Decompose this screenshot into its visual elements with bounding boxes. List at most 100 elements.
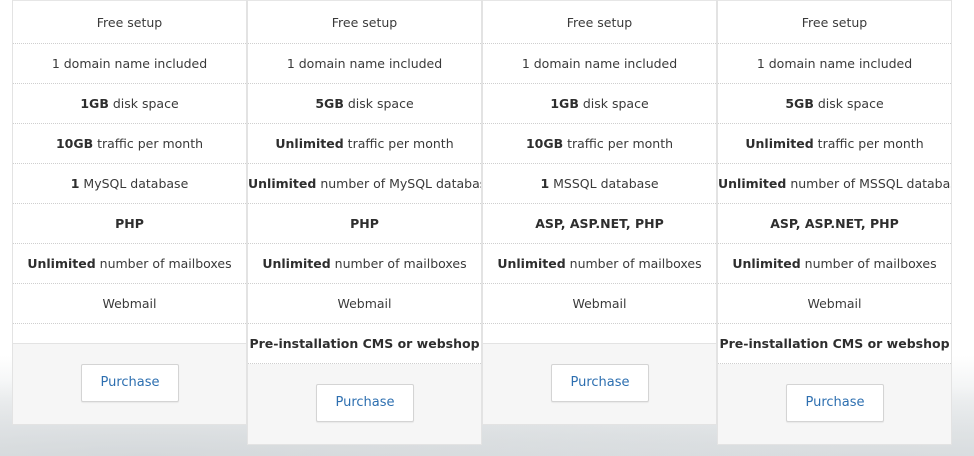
feature-highlight: 5GB [315,96,344,111]
feature-text: 1 domain name included [756,56,913,71]
feature-text: 1 domain name included [286,56,443,71]
feature-text: MySQL database [79,176,189,191]
feature-row: 1 MSSQL database [483,164,716,204]
feature-highlight: Unlimited [732,256,801,271]
feature-highlight: Unlimited [27,256,96,271]
plan-column: Free setup 1 domain name included 1GB di… [482,0,717,425]
feature-row: 10GB traffic per month [483,124,716,164]
feature-row-extra: Pre-installation CMS or webshop [248,324,481,364]
feature-list: Free setup 1 domain name included 1GB di… [13,0,246,344]
feature-highlight: Unlimited [718,176,787,191]
feature-row: Webmail [248,284,481,324]
feature-row: 1 domain name included [718,44,951,84]
feature-row: Unlimited traffic per month [718,124,951,164]
plan-footer: Purchase [718,364,951,445]
feature-row: Unlimited number of mailboxes [248,244,481,284]
feature-row: 1 domain name included [483,44,716,84]
feature-highlight: 10GB [525,136,564,151]
feature-text: Webmail [102,296,157,311]
feature-text: Free setup [96,15,163,30]
feature-text: Webmail [807,296,862,311]
feature-row: 5GB disk space [718,84,951,124]
feature-row: ASP, ASP.NET, PHP [718,204,951,244]
feature-highlight: 10GB [55,136,94,151]
feature-text: MSSQL database [549,176,659,191]
feature-row: Free setup [718,1,951,44]
feature-highlight: PHP [115,216,144,231]
feature-text: traffic per month [813,136,924,151]
feature-row: Free setup [483,1,716,44]
feature-row: Unlimited number of mailboxes [718,244,951,284]
feature-text: traffic per month [563,136,674,151]
feature-text: Webmail [572,296,627,311]
feature-row: Webmail [718,284,951,324]
feature-text: Free setup [801,15,868,30]
extra-feature-label: Pre-installation CMS or webshop [719,336,950,351]
feature-text: disk space [108,96,179,111]
feature-row: Free setup [248,1,481,44]
plan-footer: Purchase [13,344,246,425]
feature-row: 10GB traffic per month [13,124,246,164]
feature-highlight: Unlimited [497,256,566,271]
feature-row: Unlimited number of MySQL databases [248,164,481,204]
purchase-button[interactable]: Purchase [786,384,884,422]
feature-highlight: 1 [540,176,550,191]
feature-row: Unlimited traffic per month [248,124,481,164]
feature-text: 1 domain name included [521,56,678,71]
feature-text: disk space [578,96,649,111]
feature-row-extra: Pre-installation CMS or webshop [718,324,951,364]
feature-text: number of mailboxes [565,256,702,271]
feature-row: Free setup [13,1,246,44]
plan-footer: Purchase [248,364,481,445]
feature-text: number of MSSQL databases [790,176,951,191]
feature-list: Free setup 1 domain name included 5GB di… [718,0,951,364]
feature-row: Webmail [483,284,716,324]
feature-row: Webmail [13,284,246,324]
feature-highlight: PHP [350,216,379,231]
feature-text: Free setup [331,15,398,30]
feature-text: disk space [343,96,414,111]
feature-highlight: 1GB [80,96,109,111]
feature-row: 1 MySQL database [13,164,246,204]
feature-text: Free setup [566,15,633,30]
feature-text: 1 domain name included [51,56,208,71]
feature-highlight: Unlimited [262,256,331,271]
purchase-button[interactable]: Purchase [551,364,649,402]
feature-row: 1 domain name included [248,44,481,84]
feature-row: Unlimited number of mailboxes [13,244,246,284]
feature-list: Free setup 1 domain name included 5GB di… [248,0,481,364]
feature-row: 1GB disk space [13,84,246,124]
plan-column: Free setup 1 domain name included 5GB di… [247,0,482,445]
feature-row: 1 domain name included [13,44,246,84]
purchase-button[interactable]: Purchase [316,384,414,422]
feature-list: Free setup 1 domain name included 1GB di… [483,0,716,344]
extra-feature-label: Pre-installation CMS or webshop [249,336,480,351]
feature-text: number of mailboxes [330,256,467,271]
feature-text: number of mailboxes [95,256,232,271]
feature-highlight: Unlimited [745,136,814,151]
feature-row: Unlimited number of mailboxes [483,244,716,284]
purchase-button[interactable]: Purchase [81,364,179,402]
feature-text: traffic per month [343,136,454,151]
feature-row: 5GB disk space [248,84,481,124]
feature-row: PHP [248,204,481,244]
feature-row: Unlimited number of MSSQL databases [718,164,951,204]
feature-text: number of MySQL databases [320,176,481,191]
pricing-table: Free setup 1 domain name included 1GB di… [12,0,952,456]
feature-text: number of mailboxes [800,256,937,271]
feature-text: disk space [813,96,884,111]
feature-row: PHP [13,204,246,244]
plan-column: Free setup 1 domain name included 1GB di… [12,0,247,425]
feature-highlight: Unlimited [275,136,344,151]
feature-row: ASP, ASP.NET, PHP [483,204,716,244]
feature-row-spacer [483,324,716,344]
plan-footer: Purchase [483,344,716,425]
feature-row: 1GB disk space [483,84,716,124]
feature-highlight: 5GB [785,96,814,111]
feature-highlight: ASP, ASP.NET, PHP [535,216,664,231]
plan-column: Free setup 1 domain name included 5GB di… [717,0,952,445]
feature-text: traffic per month [93,136,204,151]
feature-text: Webmail [337,296,392,311]
feature-row-spacer [13,324,246,344]
feature-highlight: 1GB [550,96,579,111]
